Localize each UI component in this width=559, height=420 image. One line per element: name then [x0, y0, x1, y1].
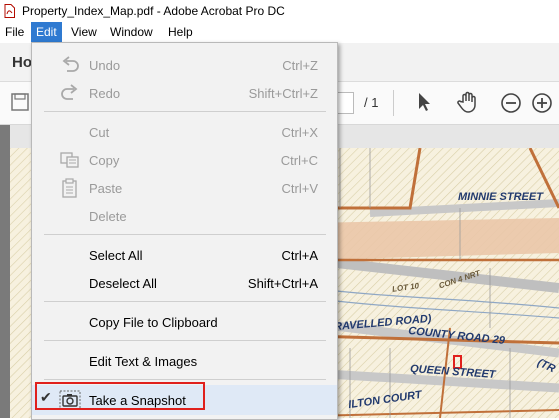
menu-item-label: Edit Text & Images: [89, 354, 198, 369]
menu-separator: [44, 234, 326, 235]
pdf-file-icon: [4, 4, 15, 18]
menu-separator: [44, 111, 326, 112]
title-bar: Property_Index_Map.pdf - Adobe Acrobat P…: [0, 0, 559, 22]
menu-item-shortcut: Ctrl+Z: [282, 58, 318, 73]
menu-item-label: Deselect All: [89, 276, 157, 291]
hand-tool-icon[interactable]: [456, 90, 480, 114]
menu-item-select-all[interactable]: Select All Ctrl+A: [32, 242, 337, 268]
menu-separator: [44, 379, 326, 380]
window-title: Property_Index_Map.pdf - Adobe Acrobat P…: [22, 4, 285, 18]
menu-item-paste[interactable]: Paste Ctrl+V: [32, 175, 337, 201]
menu-help[interactable]: Help: [163, 22, 198, 43]
menu-item-shortcut: Ctrl+V: [281, 181, 318, 196]
menu-item-shortcut: Ctrl+A: [281, 248, 318, 263]
menu-separator: [44, 340, 326, 341]
menu-item-label: Paste: [89, 181, 123, 196]
menu-item-label: Copy: [89, 153, 120, 168]
menu-item-shortcut: Ctrl+X: [281, 125, 318, 140]
menu-window[interactable]: Window: [105, 22, 158, 43]
menu-item-label: Delete: [89, 209, 127, 224]
menu-item-cut[interactable]: Cut Ctrl+X: [32, 119, 337, 145]
menu-item-shortcut: Ctrl+C: [280, 153, 318, 168]
menu-item-shortcut: Shift+Ctrl+Z: [248, 86, 318, 101]
page-count: / 1: [364, 95, 379, 110]
menu-file[interactable]: File: [0, 22, 29, 43]
menu-item-label: Cut: [89, 125, 110, 140]
undo-icon: [62, 56, 79, 72]
zoom-out-icon[interactable]: [500, 92, 522, 114]
menu-item-shortcut: Shift+Ctrl+A: [247, 276, 318, 291]
menu-separator: [44, 301, 326, 302]
zoom-in-icon[interactable]: [531, 92, 553, 114]
menu-item-deselect-all[interactable]: Deselect All Shift+Ctrl+A: [32, 270, 337, 296]
map-label-minnie-street: MINNIE STREET: [458, 191, 543, 203]
menu-item-label: Undo: [89, 58, 121, 73]
menu-item-label: Redo: [89, 86, 121, 101]
paste-icon: [62, 178, 77, 198]
tab-home[interactable]: Ho: [12, 54, 32, 71]
redo-icon: [61, 84, 78, 100]
save-icon[interactable]: [10, 92, 30, 112]
toolbar-divider: [393, 90, 394, 116]
menu-item-copy[interactable]: Copy Ctrl+C: [32, 147, 337, 173]
navigation-pane-strip: [0, 125, 10, 418]
select-arrow-icon[interactable]: [414, 91, 434, 113]
menu-edit[interactable]: Edit: [31, 22, 62, 43]
snapshot-highlight-outline: [35, 382, 205, 410]
menu-item-label: Copy File to Clipboard: [89, 315, 218, 330]
menu-view[interactable]: View: [66, 22, 102, 43]
menu-item-label: Select All: [89, 248, 143, 263]
menu-item-delete[interactable]: Delete: [32, 203, 337, 229]
edit-menu-dropdown: Undo Ctrl+Z Redo Shift+Ctrl+Z Cut Ctrl+X…: [31, 42, 338, 420]
copy-icon: [60, 152, 79, 168]
menu-item-copy-file-to-clipboard[interactable]: Copy File to Clipboard: [32, 309, 337, 335]
menu-item-undo[interactable]: Undo Ctrl+Z: [32, 52, 337, 78]
menu-bar: File Edit View Window Help: [0, 22, 559, 43]
menu-item-edit-text-images[interactable]: Edit Text & Images: [32, 348, 337, 374]
menu-item-redo[interactable]: Redo Shift+Ctrl+Z: [32, 80, 337, 106]
